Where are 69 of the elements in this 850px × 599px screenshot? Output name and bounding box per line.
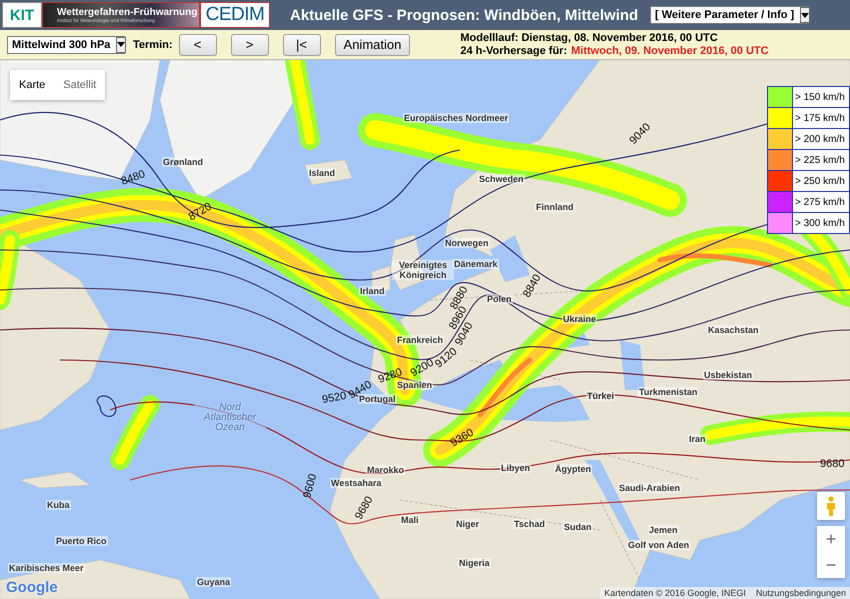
place-label: Turkmenistan [638, 387, 698, 397]
forecast-date: Mittwoch, 09. November 2016, 00 UTC [571, 44, 769, 58]
place-label: Golf von Aden [627, 540, 690, 550]
terms-link[interactable]: Nutzungsbedingungen [756, 588, 846, 598]
place-label: Jemen [648, 525, 679, 535]
dropdown-arrow-icon [801, 12, 810, 18]
place-label: Marokko [366, 465, 406, 475]
place-label: Island [308, 168, 336, 178]
step-button[interactable]: |< [282, 34, 321, 56]
place-label: Iran [688, 434, 707, 444]
place-label: Kuba [46, 500, 70, 510]
contour-label: 9600 [301, 472, 320, 500]
place-label: Portugal [358, 394, 397, 404]
contour-label: 8720 [186, 200, 214, 224]
contour-label: 9680 [820, 458, 844, 470]
place-label: Spanien [396, 380, 434, 390]
place-label: Kasachstan [707, 325, 760, 335]
map-type-tab[interactable]: Karte [10, 70, 54, 100]
legend-label: > 300 km/h [794, 216, 846, 230]
legend-label: > 275 km/h [794, 196, 846, 210]
place-label: Ägypten [554, 464, 592, 474]
place-label: Finnland [535, 202, 574, 212]
termin-label: Termin: [133, 38, 173, 50]
place-label: Westsahara [330, 478, 382, 488]
place-label: Polen [486, 294, 513, 304]
contour-label: 9360 [448, 426, 476, 450]
dropdown-arrow-icon [117, 42, 126, 47]
place-label: Europäisches Nordmeer [403, 113, 510, 123]
place-label: Guyana [196, 577, 232, 587]
map-type-tab[interactable]: Satellit [54, 70, 106, 100]
pegman-icon [826, 496, 836, 516]
cedim-logo: CEDIM [200, 2, 270, 28]
place-label: Puerto Rico [55, 536, 108, 546]
place-label: Nigeria [458, 558, 491, 568]
attribution-text: Kartendaten © 2016 Google, INEGI [604, 588, 746, 598]
legend-label: > 225 km/h [794, 154, 846, 168]
zoom-out-button[interactable]: − [817, 552, 845, 578]
contour-label: 9200 [408, 356, 436, 380]
level-dropdown[interactable]: Mittelwind 300 hPa [7, 36, 125, 54]
place-label: Niger [455, 519, 480, 529]
place-label: Usbekistan [703, 370, 754, 380]
place-label: Saudi-Arabien [618, 483, 682, 493]
forecast-label: 24 h-Vorhersage für: [460, 44, 568, 58]
place-label: Irland [359, 286, 386, 296]
place-label: Dänemark [453, 259, 499, 269]
contour-label: 8480 [120, 168, 147, 188]
place-label: Vereinigtes Königreich [392, 260, 454, 280]
model-run-text: Modelllauf: Dienstag, 08. November 2016, 00 UTC [460, 32, 719, 44]
legend-label: > 250 km/h [794, 174, 846, 188]
place-label: Norwegen [444, 238, 490, 248]
contour-label: 9520 [321, 390, 348, 406]
parameter-dropdown[interactable]: [ Weitere Parameter / Info ] [650, 6, 810, 24]
zoom-in-button[interactable]: + [817, 526, 845, 552]
legend-label: > 200 km/h [794, 132, 846, 146]
legend-label: > 175 km/h [794, 112, 846, 126]
animation-button[interactable]: Animation [334, 34, 410, 56]
banner-title: Wettergefahren-Frühwarnung [57, 6, 198, 18]
step-button[interactable]: > [230, 34, 269, 56]
place-label: Tschad [513, 519, 546, 529]
step-button[interactable]: < [178, 34, 217, 56]
place-label: Grønland [162, 157, 204, 167]
page-title: Aktuelle GFS - Prognosen: Windböen, Mittelwind [290, 6, 640, 24]
place-label: Karibisches Meer [8, 563, 85, 573]
google-logo: Google [6, 579, 58, 596]
legend-label: > 150 km/h [794, 90, 846, 104]
place-label: Schweden [478, 174, 525, 184]
place-label: Sudan [563, 522, 593, 532]
place-label: Mali [400, 515, 420, 525]
kit-logo: KIT [2, 2, 42, 28]
